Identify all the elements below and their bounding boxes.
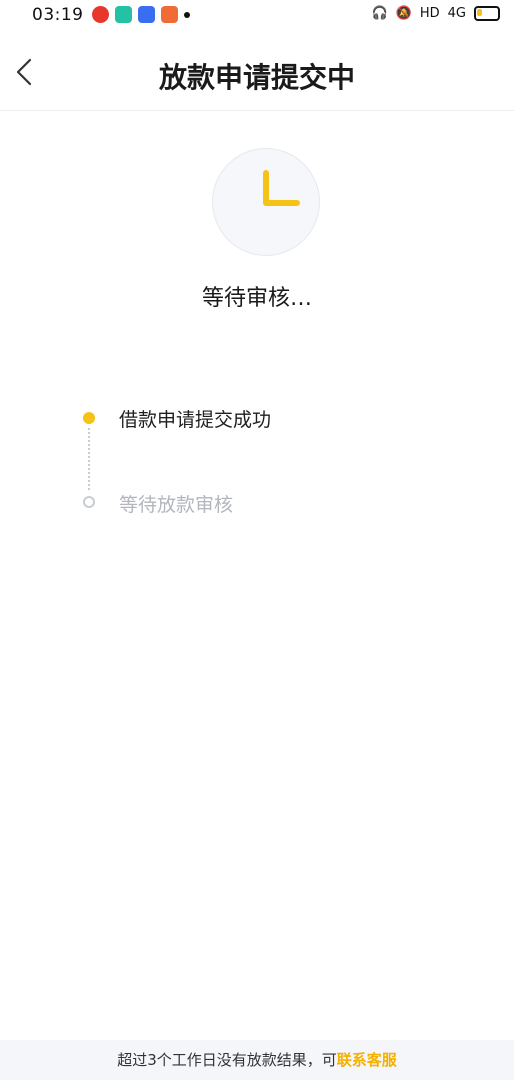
signal-label: 4G	[447, 6, 466, 21]
clock-icon	[212, 148, 320, 256]
notification-icons	[92, 6, 190, 23]
nav-bar: 放款申请提交中	[0, 40, 514, 111]
status-text: 等待审核…	[201, 286, 312, 311]
step-done-dot	[83, 412, 95, 424]
status-bar: 03:19 🎧 🔕 HD 4G	[0, 0, 514, 30]
app-notification-icon	[138, 6, 155, 23]
footer-notice: 超过3个工作日没有放款结果，可联系客服	[0, 1040, 514, 1080]
timeline-step-label: 等待放款审核	[119, 494, 234, 516]
mute-icon: 🔕	[395, 6, 412, 21]
more-notifications-icon	[184, 11, 190, 18]
footer-text: 超过3个工作日没有放款结果，可	[117, 1051, 337, 1069]
timeline-connector	[88, 428, 90, 490]
app-notification-icon	[92, 6, 109, 23]
contact-support-link[interactable]: 联系客服	[337, 1051, 397, 1069]
timeline-step-label: 借款申请提交成功	[119, 409, 272, 431]
hd-label: HD	[419, 6, 440, 21]
app-notification-icon	[115, 6, 132, 23]
system-icons: 🎧 🔕 HD 4G	[371, 6, 500, 21]
app-notification-icon	[161, 6, 178, 23]
battery-icon	[474, 6, 500, 21]
page-title: 放款申请提交中	[158, 61, 355, 94]
step-pending-dot	[83, 496, 95, 508]
headset-icon: 🎧	[371, 6, 388, 21]
progress-timeline: 借款申请提交成功 等待放款审核	[76, 400, 476, 520]
status-time: 03:19	[32, 5, 84, 25]
